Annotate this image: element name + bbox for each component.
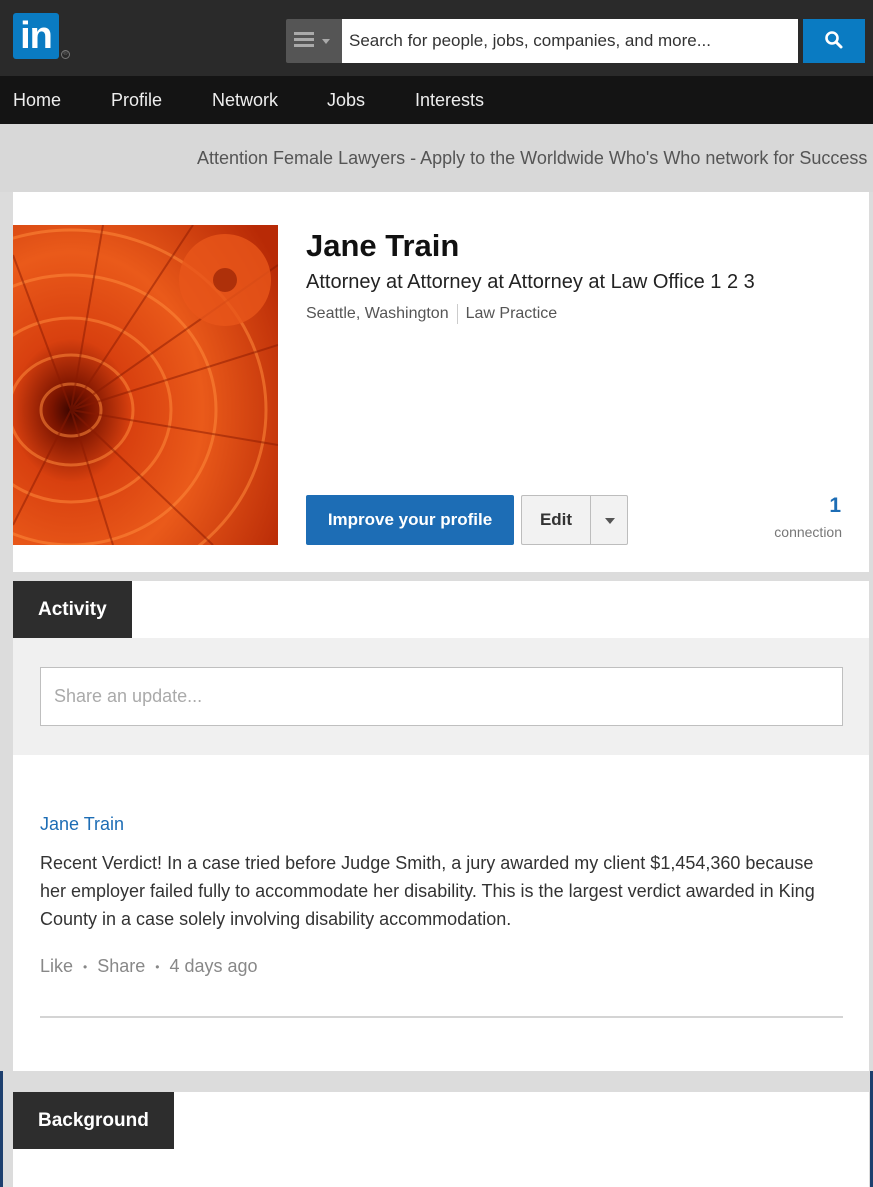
announcement-link[interactable]: Attention Female Lawyers - Apply to the … (197, 148, 867, 169)
activity-section: Activity Jane Train Recent Verdict! In a… (13, 581, 869, 1071)
search-icon (825, 31, 843, 49)
edit-dropdown-button[interactable] (590, 495, 628, 545)
nav-home[interactable]: Home (13, 90, 61, 111)
search-category-dropdown[interactable] (286, 19, 342, 63)
post-timestamp: 4 days ago (169, 956, 258, 976)
connections-label: connection (774, 524, 842, 540)
background-section: Background (13, 1092, 869, 1187)
meta-divider (456, 304, 458, 324)
industry-link[interactable]: Law Practice (466, 305, 558, 322)
top-bar: in ® (0, 0, 873, 76)
activity-tab: Activity (13, 581, 132, 638)
nav-interests[interactable]: Interests (415, 90, 484, 111)
chevron-down-icon (322, 39, 330, 44)
post-text: Recent Verdict! In a case tried before J… (40, 853, 815, 929)
post-actions: Like • Share • 4 days ago (40, 956, 258, 977)
background-tab: Background (13, 1092, 174, 1149)
menu-icon (294, 32, 314, 50)
announcement-banner: Attention Female Lawyers - Apply to the … (0, 124, 873, 192)
registered-mark: ® (61, 50, 70, 59)
improve-profile-button[interactable]: Improve your profile (306, 495, 514, 545)
window-edge-left (0, 1071, 3, 1187)
search-input[interactable] (342, 19, 798, 63)
separator-dot: • (155, 960, 160, 975)
profile-photo[interactable] (13, 225, 278, 545)
separator-dot: • (83, 960, 88, 975)
nav-profile[interactable]: Profile (111, 90, 162, 111)
nav-jobs[interactable]: Jobs (327, 90, 365, 111)
profile-name: Jane Train (306, 228, 460, 263)
profile-card: Jane Train Attorney at Attorney at Attor… (13, 192, 869, 572)
chevron-down-icon (605, 518, 615, 524)
location-link[interactable]: Seattle, Washington (306, 305, 449, 322)
linkedin-logo[interactable]: in (13, 13, 59, 59)
nav-network[interactable]: Network (212, 90, 278, 111)
main-nav: Home Profile Network Jobs Interests (0, 76, 873, 124)
orange-flower-photo-icon (13, 225, 278, 545)
profile-headline: Attorney at Attorney at Attorney at Law … (306, 271, 755, 293)
edit-button[interactable]: Edit (521, 495, 590, 545)
share-link[interactable]: Share (97, 956, 145, 976)
post-divider (40, 1016, 843, 1018)
post-author-link[interactable]: Jane Train (40, 814, 124, 835)
share-update-input[interactable] (40, 667, 843, 726)
search-button[interactable] (803, 19, 865, 63)
connections-count[interactable]: 1 (829, 494, 841, 518)
profile-meta: Seattle, Washington Law Practice (306, 304, 557, 324)
share-box (13, 638, 869, 755)
like-link[interactable]: Like (40, 956, 73, 976)
